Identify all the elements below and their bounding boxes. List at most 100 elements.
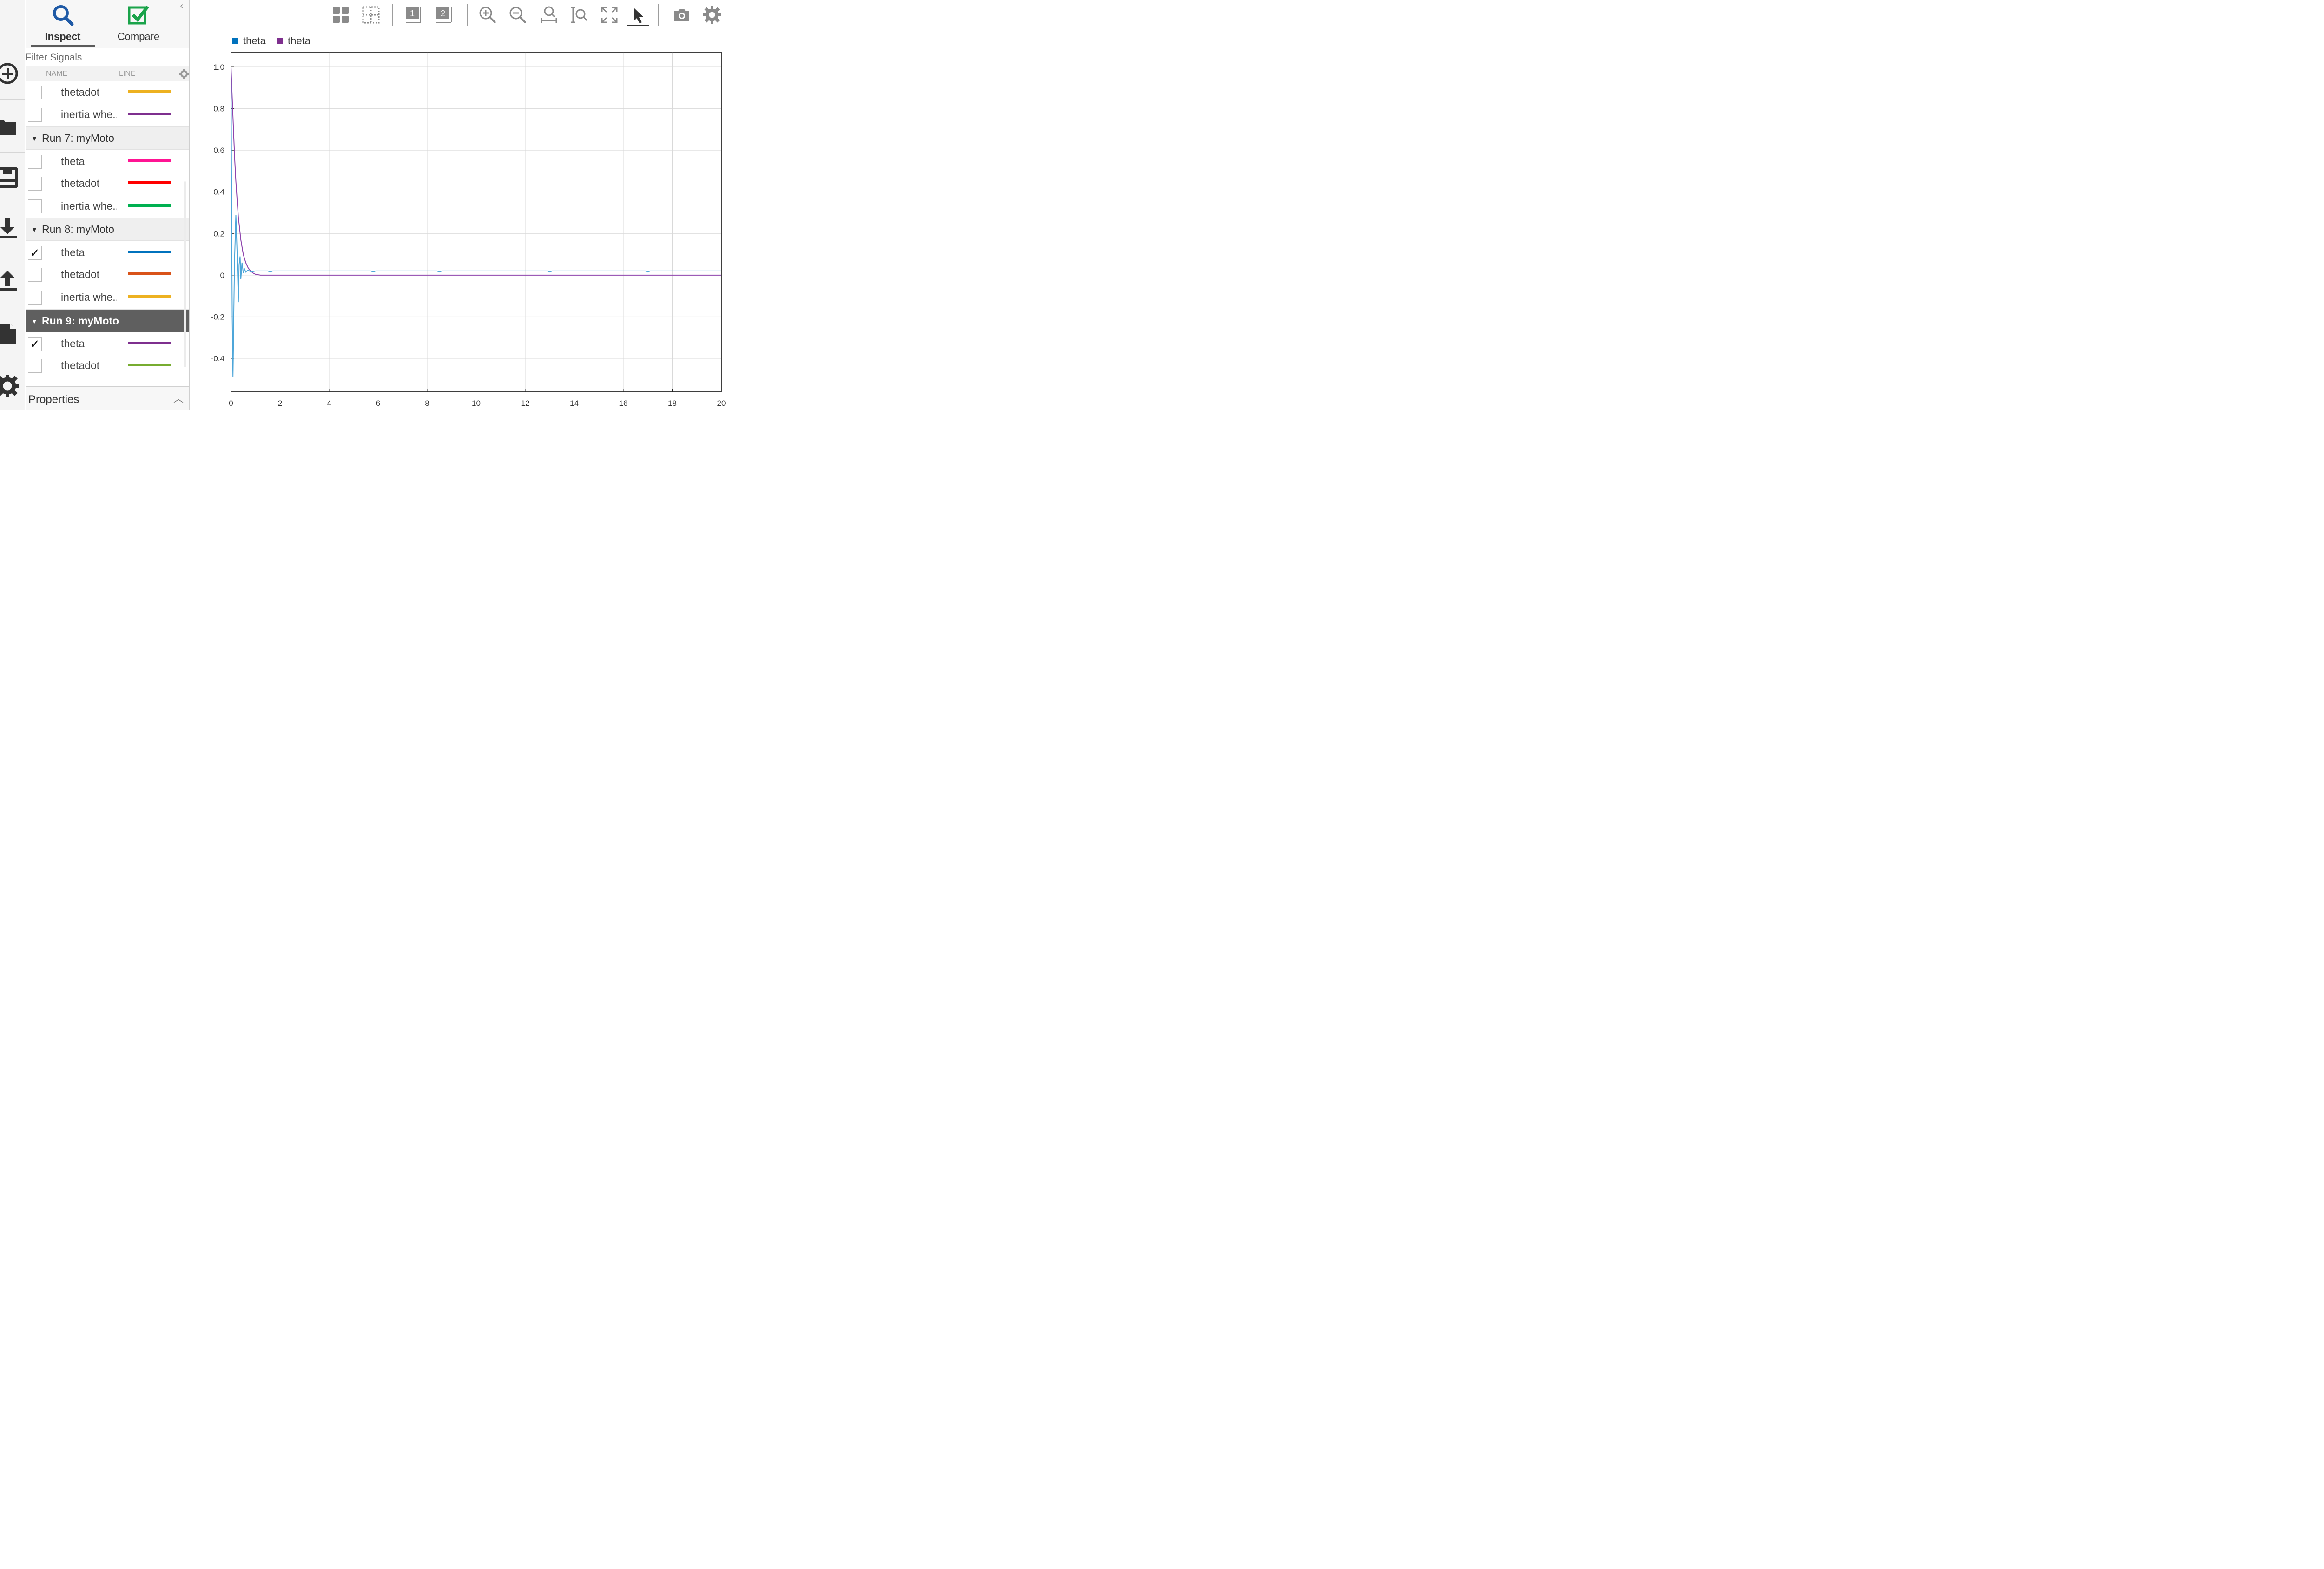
line-color-swatch[interactable] xyxy=(128,251,171,253)
line-color-swatch[interactable] xyxy=(128,90,171,93)
signal-checkbox[interactable] xyxy=(28,291,42,305)
cursor-icon[interactable] xyxy=(627,4,649,26)
column-settings-gear-icon[interactable] xyxy=(179,69,189,79)
caret-down-icon[interactable]: ▼ xyxy=(31,226,38,233)
signal-checkbox[interactable]: ✓ xyxy=(28,246,42,260)
caret-down-icon[interactable]: ▼ xyxy=(31,318,38,325)
collapse-panel-chevron-icon[interactable]: ‹ xyxy=(177,1,186,11)
new-session-icon[interactable] xyxy=(0,59,20,88)
run-title: Run 8: myMoto xyxy=(42,223,114,235)
run-group-header-selected[interactable]: ▼ Run 9: myMoto xyxy=(26,309,189,332)
caret-down-icon[interactable]: ▼ xyxy=(31,135,38,142)
signal-name: thetadot xyxy=(61,359,100,371)
zoom-out-icon[interactable] xyxy=(507,4,529,26)
name-column-header[interactable]: NAME xyxy=(46,70,67,78)
legend-swatch-2 xyxy=(277,38,283,44)
signal-row[interactable]: thetadot xyxy=(26,264,189,286)
signal-checkbox[interactable] xyxy=(28,177,42,191)
zoom-y-icon[interactable] xyxy=(568,4,591,26)
tab-inspect[interactable]: Inspect xyxy=(30,0,95,48)
signal-row[interactable]: thetadot xyxy=(26,81,189,104)
filter-signals-input[interactable] xyxy=(26,49,189,66)
x-tick-label: 16 xyxy=(619,399,628,408)
tab-compare[interactable]: Compare xyxy=(106,0,171,48)
signal-row[interactable]: ✓ theta xyxy=(26,333,189,355)
line-color-swatch[interactable] xyxy=(128,159,171,162)
signal-checkbox[interactable]: ✓ xyxy=(28,337,42,351)
x-tick-label: 20 xyxy=(717,399,726,408)
plot-area[interactable]: 0 2 4 6 8 10 12 14 16 18 20 1.0 0.8 0.6 0.4 0.2 0 -0.2 -0.… xyxy=(190,29,729,410)
report-document-icon[interactable] xyxy=(0,319,20,349)
snapshot-camera-icon[interactable] xyxy=(671,4,693,26)
line-color-swatch[interactable] xyxy=(128,113,171,115)
svg-text:2: 2 xyxy=(441,9,445,18)
signal-row[interactable]: thetadot xyxy=(26,355,189,377)
signal-browser-panel: Inspect Compare ‹ NAME LINE thetadot ine… xyxy=(26,0,190,410)
subplot-grid-icon[interactable] xyxy=(360,4,382,26)
signal-checkbox[interactable] xyxy=(28,108,42,122)
x-tick-label: 0 xyxy=(229,399,233,408)
signal-name: theta xyxy=(61,155,85,167)
checkbox-column-header xyxy=(26,66,44,81)
run-group-header[interactable]: ▼ Run 8: myMoto xyxy=(26,218,189,241)
line-color-swatch[interactable] xyxy=(128,181,171,184)
import-icon[interactable] xyxy=(0,214,20,244)
signal-list-scrollbar[interactable] xyxy=(184,181,186,367)
y-tick-label: 0.6 xyxy=(213,146,224,155)
chevron-up-icon[interactable]: ︿ xyxy=(173,391,184,405)
layout-grid-icon[interactable] xyxy=(330,4,352,26)
signal-checkbox[interactable] xyxy=(28,199,42,213)
preferences-gear-icon[interactable] xyxy=(0,371,20,401)
x-tick-label: 12 xyxy=(521,399,530,408)
tab-compare-label: Compare xyxy=(117,31,160,42)
subplot-2-icon[interactable]: 2 xyxy=(433,4,455,26)
settings-gear-icon[interactable] xyxy=(701,4,723,26)
line-color-swatch[interactable] xyxy=(128,295,171,298)
checkbox-icon xyxy=(128,5,149,25)
line-column-header[interactable]: LINE xyxy=(119,70,136,78)
save-icon[interactable] xyxy=(0,163,20,192)
legend-label-1: theta xyxy=(243,35,266,46)
open-folder-icon[interactable] xyxy=(0,112,20,141)
signal-row[interactable]: ✓ theta xyxy=(26,242,189,264)
properties-title: Properties xyxy=(28,393,79,406)
line-color-swatch[interactable] xyxy=(128,364,171,366)
subplot-1-icon[interactable]: 1 xyxy=(402,4,424,26)
zoom-in-icon[interactable] xyxy=(476,4,499,26)
run-title: Run 7: myMoto xyxy=(42,132,114,144)
signal-row[interactable]: inertia whe.. xyxy=(26,104,189,126)
signal-name: inertia whe.. xyxy=(61,108,117,120)
signal-name: thetadot xyxy=(61,177,100,189)
line-color-swatch[interactable] xyxy=(128,342,171,344)
properties-section[interactable]: Properties ︿ xyxy=(26,386,189,410)
signal-row[interactable]: inertia whe.. xyxy=(26,286,189,309)
signal-checkbox[interactable] xyxy=(28,359,42,373)
plot-toolbar: 1 2 xyxy=(190,0,729,29)
signal-plot[interactable]: 0 2 4 6 8 10 12 14 16 18 20 1.0 0.8 0.6 0.4 0.2 0 -0.2 -0.… xyxy=(190,29,729,410)
y-tick-label: 0.8 xyxy=(213,105,224,113)
active-tool-indicator xyxy=(627,25,649,26)
line-color-swatch[interactable] xyxy=(128,272,171,275)
zoom-time-icon[interactable] xyxy=(538,4,560,26)
line-color-swatch[interactable] xyxy=(128,204,171,207)
x-tick-label: 18 xyxy=(668,399,677,408)
signal-checkbox[interactable] xyxy=(28,155,42,169)
run-group-header[interactable]: ▼ Run 7: myMoto xyxy=(26,126,189,150)
signal-name: inertia whe.. xyxy=(61,200,117,212)
signal-row[interactable]: thetadot xyxy=(26,172,189,195)
y-tick-label: 0.4 xyxy=(213,188,224,197)
signal-name: inertia whe.. xyxy=(61,291,117,303)
x-tick-label: 14 xyxy=(570,399,579,408)
signal-name: theta xyxy=(61,338,85,350)
signal-row[interactable]: theta xyxy=(26,151,189,173)
x-tick-label: 4 xyxy=(327,399,331,408)
y-tick-label: 0.2 xyxy=(213,229,224,238)
export-icon[interactable] xyxy=(0,266,20,296)
signal-name: theta xyxy=(61,246,85,258)
search-icon xyxy=(53,5,74,26)
signal-checkbox[interactable] xyxy=(28,86,42,99)
signal-row[interactable]: inertia whe.. xyxy=(26,195,189,218)
fit-to-view-icon[interactable] xyxy=(598,4,621,26)
signal-checkbox[interactable] xyxy=(28,268,42,282)
filter-signals xyxy=(26,49,189,66)
